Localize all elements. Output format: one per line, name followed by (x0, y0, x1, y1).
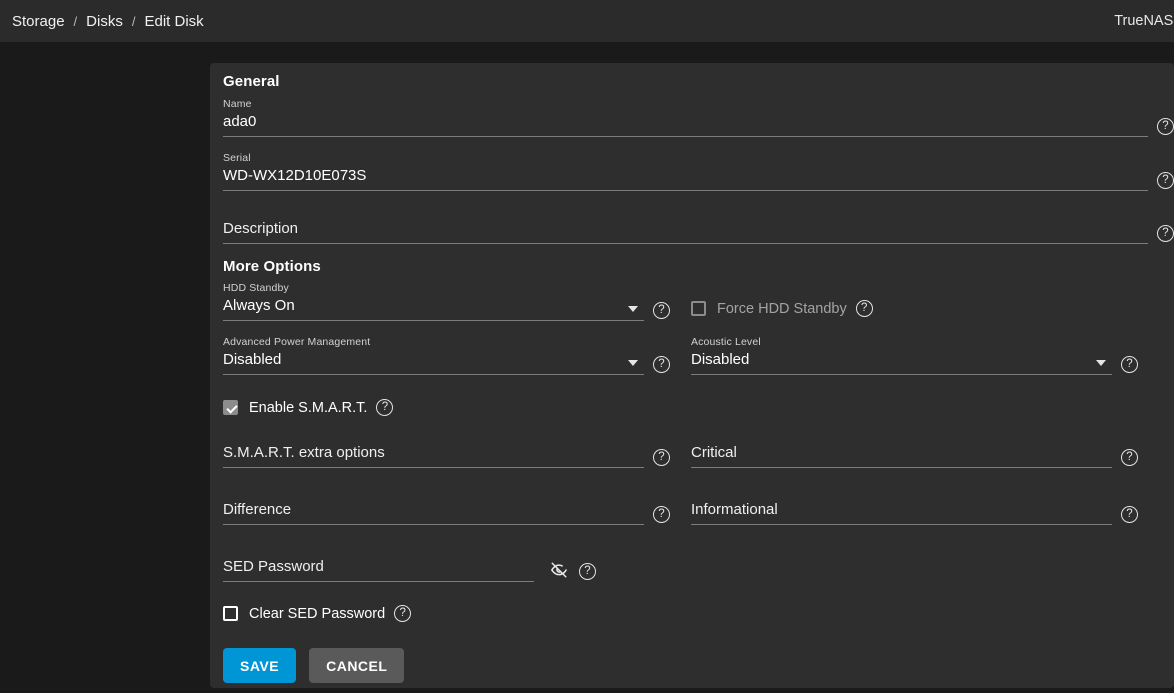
field-row-description: Description ? (223, 218, 1174, 244)
enable-smart-checkbox[interactable] (223, 400, 238, 415)
force-hdd-standby-row: Force HDD Standby ? (691, 300, 1138, 317)
smart-extra-options-placeholder[interactable]: S.M.A.R.T. extra options (223, 442, 644, 463)
advanced-power-management-label: Advanced Power Management (223, 336, 644, 349)
difference-placeholder[interactable]: Difference (223, 499, 644, 520)
save-button[interactable]: SAVE (223, 648, 296, 683)
clear-sed-password-checkbox[interactable] (223, 606, 238, 621)
help-icon-sed-password[interactable]: ? (579, 563, 596, 580)
informational-field[interactable]: Informational (691, 499, 1112, 525)
chevron-down-icon[interactable] (1096, 360, 1106, 366)
sed-password-field[interactable]: SED Password (223, 556, 534, 582)
enable-smart-label: Enable S.M.A.R.T. (249, 400, 367, 416)
name-label: Name (223, 98, 1148, 111)
acoustic-level-underline (691, 374, 1112, 375)
breadcrumb-item-disks[interactable]: Disks (86, 13, 123, 30)
help-icon-informational[interactable]: ? (1121, 506, 1138, 523)
hdd-standby-select[interactable]: HDD Standby Always On (223, 282, 644, 321)
help-icon-advanced-power-management[interactable]: ? (653, 356, 670, 373)
name-underline (223, 136, 1148, 137)
name-value[interactable]: ada0 (223, 111, 1148, 132)
description-underline (223, 243, 1148, 244)
field-row-hdd-standby: HDD Standby Always On ? Force HDD Standb… (223, 282, 1174, 321)
help-icon-hdd-standby[interactable]: ? (653, 302, 670, 319)
advanced-power-management-underline (223, 374, 644, 375)
smart-extra-options-underline (223, 467, 644, 468)
breadcrumb-separator: / (74, 14, 78, 29)
chevron-down-icon[interactable] (628, 360, 638, 366)
help-icon-name[interactable]: ? (1157, 118, 1174, 135)
serial-value[interactable]: WD-WX12D10E073S (223, 165, 1148, 186)
section-title-general: General (223, 73, 1174, 90)
advanced-power-management-select[interactable]: Advanced Power Management Disabled (223, 336, 644, 375)
help-icon-smart-extra-options[interactable]: ? (653, 449, 670, 466)
hdd-standby-underline (223, 320, 644, 321)
help-icon-difference[interactable]: ? (653, 506, 670, 523)
enable-smart-row: Enable S.M.A.R.T. ? (223, 399, 1174, 416)
field-row-enable-smart: Enable S.M.A.R.T. ? (223, 399, 1174, 416)
help-icon-clear-sed-password[interactable]: ? (394, 605, 411, 622)
breadcrumb-item-storage[interactable]: Storage (12, 13, 65, 30)
help-icon-description[interactable]: ? (1157, 225, 1174, 242)
cancel-button[interactable]: CANCEL (309, 648, 404, 683)
difference-underline (223, 524, 644, 525)
breadcrumb-separator: / (132, 14, 136, 29)
force-hdd-standby-label: Force HDD Standby (717, 301, 847, 317)
description-placeholder[interactable]: Description (223, 218, 1148, 239)
field-row-name: Name ada0 ? (223, 98, 1174, 137)
hdd-standby-value[interactable]: Always On (223, 295, 644, 316)
name-field[interactable]: Name ada0 (223, 98, 1148, 137)
help-icon-force-hdd-standby[interactable]: ? (856, 300, 873, 317)
serial-label: Serial (223, 152, 1148, 165)
help-icon-acoustic-level[interactable]: ? (1121, 356, 1138, 373)
critical-underline (691, 467, 1112, 468)
serial-underline (223, 190, 1148, 191)
informational-placeholder[interactable]: Informational (691, 499, 1112, 520)
acoustic-level-label: Acoustic Level (691, 336, 1112, 349)
sed-password-underline (223, 581, 534, 582)
acoustic-level-select[interactable]: Acoustic Level Disabled (691, 336, 1112, 375)
informational-underline (691, 524, 1112, 525)
help-icon-enable-smart[interactable]: ? (376, 399, 393, 416)
clear-sed-password-label: Clear SED Password (249, 606, 385, 622)
help-icon-serial[interactable]: ? (1157, 172, 1174, 189)
field-row-difference-informational: Difference ? Informational ? (223, 499, 1174, 525)
sed-password-placeholder[interactable]: SED Password (223, 556, 534, 577)
form-actions: SAVE CANCEL (223, 648, 1174, 683)
section-title-more-options: More Options (223, 258, 1174, 275)
description-field[interactable]: Description (223, 218, 1148, 244)
field-row-clear-sed-password: Clear SED Password ? (223, 605, 1174, 622)
serial-field[interactable]: Serial WD-WX12D10E073S (223, 152, 1148, 191)
critical-field[interactable]: Critical (691, 442, 1112, 468)
acoustic-level-value[interactable]: Disabled (691, 349, 1112, 370)
advanced-power-management-value[interactable]: Disabled (223, 349, 644, 370)
hdd-standby-label: HDD Standby (223, 282, 644, 295)
breadcrumb-item-edit-disk: Edit Disk (144, 13, 203, 30)
smart-extra-options-field[interactable]: S.M.A.R.T. extra options (223, 442, 644, 468)
eye-off-icon[interactable] (548, 561, 570, 579)
force-hdd-standby-checkbox[interactable] (691, 301, 706, 316)
clear-sed-password-row: Clear SED Password ? (223, 605, 1174, 622)
field-row-sed-password: SED Password ? (223, 556, 1174, 582)
help-icon-critical[interactable]: ? (1121, 449, 1138, 466)
breadcrumb: Storage / Disks / Edit Disk (0, 13, 204, 30)
field-row-serial: Serial WD-WX12D10E073S ? (223, 152, 1174, 191)
field-row-smart-critical: S.M.A.R.T. extra options ? Critical ? (223, 442, 1174, 468)
edit-disk-card: General Name ada0 ? Serial WD-WX12D10E07… (210, 63, 1174, 688)
difference-field[interactable]: Difference (223, 499, 644, 525)
chevron-down-icon[interactable] (628, 306, 638, 312)
critical-placeholder[interactable]: Critical (691, 442, 1112, 463)
brand-label: TrueNAS © (1114, 13, 1174, 29)
top-bar: Storage / Disks / Edit Disk TrueNAS © (0, 0, 1174, 42)
field-row-power-acoustic: Advanced Power Management Disabled ? Aco… (223, 336, 1174, 375)
